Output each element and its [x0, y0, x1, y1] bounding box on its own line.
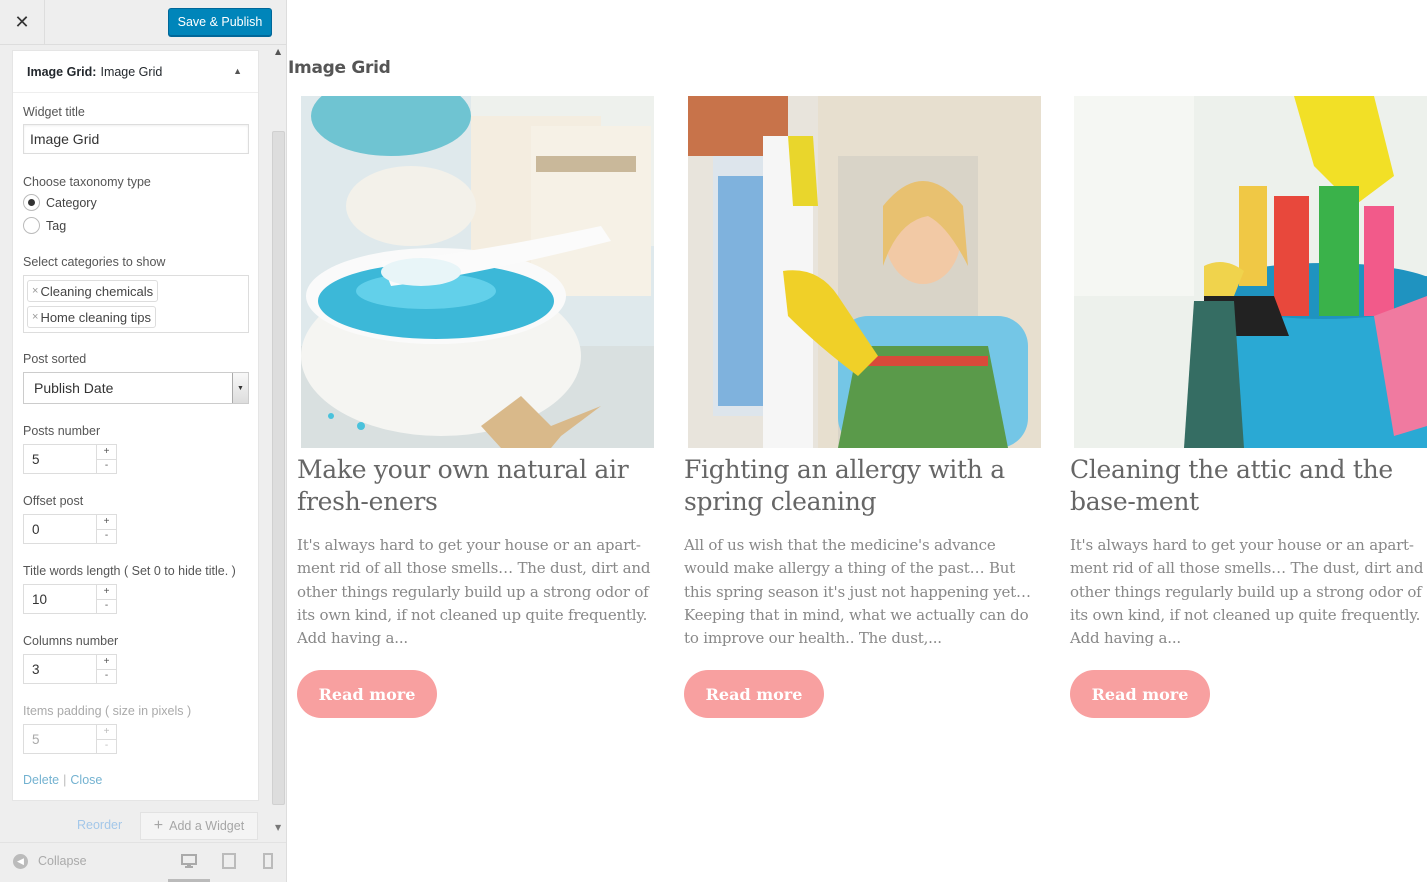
mobile-icon[interactable]	[260, 853, 276, 869]
posts-number-stepper[interactable]: 5 + -	[23, 444, 117, 474]
increment-button[interactable]: +	[96, 655, 116, 670]
columns-label: Columns number	[23, 634, 119, 648]
sidebar-scrollbar[interactable]: ▲ ▼	[271, 45, 286, 837]
decrement-button[interactable]: -	[96, 669, 116, 683]
columns-stepper[interactable]: 3 + -	[23, 654, 117, 684]
post-card: Fighting an allergy with a spring cleani…	[684, 96, 1044, 718]
close-link[interactable]: Close	[70, 773, 102, 787]
columns-value: 3	[32, 661, 40, 677]
taxonomy-category-option[interactable]: Category	[23, 194, 97, 211]
collapse-icon[interactable]: ◀	[13, 854, 28, 869]
widget-actions: Delete | Close	[23, 773, 103, 787]
categories-label: Select categories to show	[23, 255, 166, 269]
remove-chip-icon[interactable]: ×	[32, 311, 38, 323]
customizer-sidebar: ✕ Save & Publish Image Grid: Image Grid …	[0, 0, 287, 882]
collapse-button[interactable]: Collapse	[38, 854, 87, 868]
post-sorted-value: Publish Date	[34, 380, 114, 396]
plus-icon: +	[153, 817, 164, 834]
widget-title-label: Widget title	[23, 105, 85, 119]
cleaning-supplies-bucket-image[interactable]	[1074, 96, 1427, 448]
save-publish-button[interactable]: Save & Publish	[168, 8, 272, 36]
woman-cleaning-window-image[interactable]	[688, 96, 1041, 448]
image-grid-title: Image Grid	[288, 58, 391, 78]
scrollbar-thumb[interactable]	[272, 131, 285, 805]
decrement-button[interactable]: -	[96, 739, 116, 753]
remove-chip-icon[interactable]: ×	[32, 285, 38, 297]
taxonomy-label: Choose taxonomy type	[23, 175, 151, 189]
offset-stepper[interactable]: 0 + -	[23, 514, 117, 544]
category-chip[interactable]: × Cleaning chemicals	[27, 280, 159, 302]
bath-salt-image[interactable]	[301, 96, 654, 448]
tablet-icon[interactable]	[221, 853, 237, 869]
post-excerpt: It's always hard to get your house or an…	[1070, 536, 1424, 648]
post-title[interactable]: Cleaning the attic and the base-ment	[1070, 454, 1427, 518]
category-radio-label: Category	[46, 195, 97, 210]
post-sorted-select[interactable]: Publish Date ▼	[23, 372, 249, 404]
scroll-down-icon[interactable]: ▼	[275, 823, 281, 832]
taxonomy-tag-option[interactable]: Tag	[23, 217, 66, 234]
increment-button[interactable]: +	[96, 585, 116, 600]
post-card: Cleaning the attic and the base-ment It'…	[1070, 96, 1427, 718]
site-preview: Image Grid Make your own natural air fre…	[287, 0, 1427, 882]
post-card: Make your own natural air fresh-eners It…	[297, 96, 657, 718]
posts-number-value: 5	[32, 451, 40, 467]
scroll-up-icon[interactable]: ▲	[275, 47, 281, 56]
category-chip[interactable]: × Home cleaning tips	[27, 306, 156, 328]
read-more-button[interactable]: Read more	[1070, 670, 1210, 718]
add-widget-button[interactable]: + Add a Widget	[140, 812, 258, 840]
title-words-label: Title words length ( Set 0 to hide title…	[23, 564, 236, 578]
delete-link[interactable]: Delete	[23, 773, 59, 787]
padding-label: Items padding ( size in pixels )	[23, 704, 192, 718]
collapse-arrow-icon[interactable]: ▲	[233, 66, 242, 76]
post-title[interactable]: Make your own natural air fresh-eners	[297, 454, 657, 518]
offset-value: 0	[32, 521, 40, 537]
widget-header[interactable]: Image Grid: Image Grid ▲	[13, 51, 258, 93]
posts-number-label: Posts number	[23, 424, 101, 438]
category-chip-label: Cleaning chemicals	[40, 283, 154, 299]
widget-area-actions: Reorder + Add a Widget	[12, 812, 272, 840]
tag-radio-label: Tag	[46, 218, 67, 233]
customizer-header: ✕ Save & Publish	[0, 0, 286, 45]
post-sorted-label: Post sorted	[23, 352, 87, 366]
decrement-button[interactable]: -	[96, 529, 116, 543]
close-icon: ✕	[14, 12, 30, 33]
increment-button[interactable]: +	[96, 445, 116, 460]
padding-value: 5	[32, 731, 40, 747]
offset-label: Offset post	[23, 494, 84, 508]
widget-type: Image Grid:	[27, 64, 97, 79]
decrement-button[interactable]: -	[96, 459, 116, 473]
tag-radio[interactable]	[23, 217, 40, 234]
category-radio[interactable]	[23, 194, 40, 211]
increment-button[interactable]: +	[96, 725, 116, 740]
post-excerpt: All of us wish that the medicine's advan…	[684, 536, 1031, 648]
post-title[interactable]: Fighting an allergy with a spring cleani…	[684, 454, 1044, 518]
close-customizer-button[interactable]: ✕	[0, 0, 45, 45]
decrement-button[interactable]: -	[96, 599, 116, 613]
title-words-value: 10	[32, 591, 48, 607]
widget-header-title: Image Grid	[100, 64, 163, 79]
customizer-footer: ◀ Collapse	[0, 842, 286, 882]
reorder-button[interactable]: Reorder	[77, 818, 122, 832]
increment-button[interactable]: +	[96, 515, 116, 530]
post-excerpt: It's always hard to get your house or an…	[297, 536, 651, 648]
chevron-down-icon[interactable]: ▼	[232, 373, 248, 403]
desktop-icon[interactable]	[181, 853, 197, 869]
read-more-button[interactable]: Read more	[684, 670, 824, 718]
padding-stepper[interactable]: 5 + -	[23, 724, 117, 754]
categories-multiselect[interactable]: × Cleaning chemicals × Home cleaning tip…	[23, 275, 249, 333]
add-widget-label: Add a Widget	[169, 819, 245, 833]
read-more-button[interactable]: Read more	[297, 670, 437, 718]
widget-title-input[interactable]: Image Grid	[23, 124, 249, 154]
title-words-stepper[interactable]: 10 + -	[23, 584, 117, 614]
widget-panel: Image Grid: Image Grid ▲ Widget title Im…	[12, 50, 259, 801]
category-chip-label: Home cleaning tips	[40, 309, 151, 325]
